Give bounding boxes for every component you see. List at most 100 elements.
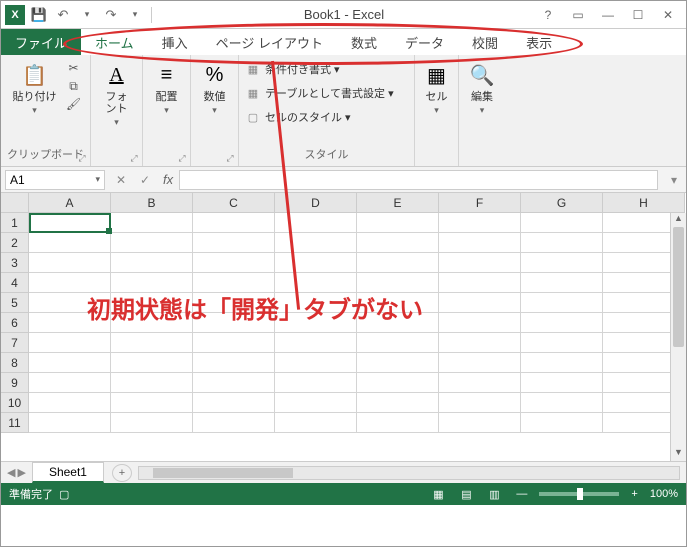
row-header[interactable]: 2 <box>1 233 29 253</box>
tab-page-layout[interactable]: ページ レイアウト <box>202 29 337 55</box>
zoom-thumb[interactable] <box>577 488 583 500</box>
col-header[interactable]: E <box>357 193 439 213</box>
row-header[interactable]: 3 <box>1 253 29 273</box>
scroll-thumb[interactable] <box>673 227 684 347</box>
zoom-in-button[interactable]: + <box>627 488 641 500</box>
close-button[interactable]: ✕ <box>654 5 682 25</box>
zoom-out-button[interactable]: — <box>512 488 531 500</box>
group-font: A フォント ▾ ⤢ <box>91 55 143 166</box>
ribbon-display-options-icon[interactable]: ▭ <box>564 5 592 25</box>
page-break-view-icon[interactable]: ▥ <box>484 486 504 502</box>
cancel-icon[interactable]: ✕ <box>109 173 133 187</box>
number-dialog-launcher-icon[interactable]: ⤢ <box>224 152 236 164</box>
cell-styles-button[interactable]: ▢ セルのスタイル ▾ <box>245 107 351 127</box>
row-headers: 1 2 3 4 5 6 7 8 9 10 11 <box>1 213 29 433</box>
worksheet-grid: A B C D E F G H 1 2 3 4 5 6 7 8 9 10 11 <box>1 193 686 461</box>
expand-formula-bar-icon[interactable]: ▾ <box>662 173 686 187</box>
ribbon: 📋 貼り付け ▾ ✂ ⧉ 🖌 クリップボード ⤢ A フォント ▾ ⤢ <box>1 55 686 167</box>
undo-dropdown-icon[interactable]: ▾ <box>77 5 97 25</box>
cells-button[interactable]: ▦ セル ▾ <box>417 59 457 118</box>
page-layout-view-icon[interactable]: ▤ <box>456 486 476 502</box>
group-styles: ▦ 条件付き書式 ▾ ▦ テーブルとして書式設定 ▾ ▢ セルのスタイル ▾ ス… <box>239 55 415 166</box>
chevron-down-icon: ▾ <box>480 105 485 116</box>
add-sheet-button[interactable]: + <box>112 464 132 482</box>
format-as-table-button[interactable]: ▦ テーブルとして書式設定 ▾ <box>245 83 394 103</box>
enter-icon[interactable]: ✓ <box>133 173 157 187</box>
row-header[interactable]: 10 <box>1 393 29 413</box>
col-header[interactable]: B <box>111 193 193 213</box>
alignment-button[interactable]: ≡ 配置 ▾ <box>147 59 187 118</box>
zoom-slider[interactable] <box>539 492 619 496</box>
formula-bar[interactable] <box>179 170 658 190</box>
chevron-down-icon: ▾ <box>212 105 217 116</box>
row-header[interactable]: 7 <box>1 333 29 353</box>
fx-icon[interactable]: fx <box>157 172 179 187</box>
tab-data[interactable]: データ <box>391 29 458 55</box>
select-all-corner[interactable] <box>1 193 29 213</box>
col-header[interactable]: D <box>275 193 357 213</box>
col-header[interactable]: A <box>29 193 111 213</box>
row-header[interactable]: 8 <box>1 353 29 373</box>
alignment-icon: ≡ <box>151 61 183 89</box>
col-header[interactable]: C <box>193 193 275 213</box>
tab-home[interactable]: ホーム <box>81 29 148 55</box>
editing-button[interactable]: 🔍 編集 ▾ <box>462 59 502 118</box>
chevron-down-icon: ▾ <box>114 117 119 128</box>
formula-bar-row: A1 ▾ ✕ ✓ fx ▾ <box>1 167 686 193</box>
row-header[interactable]: 9 <box>1 373 29 393</box>
undo-icon[interactable]: ↶ <box>53 5 73 25</box>
percent-icon: % <box>199 61 231 89</box>
format-painter-icon[interactable]: 🖌 <box>65 95 83 113</box>
window-controls: ? ▭ — ☐ ✕ <box>534 5 686 25</box>
number-label: 数値 <box>204 91 226 103</box>
redo-icon[interactable]: ↷ <box>101 5 121 25</box>
tab-formulas[interactable]: 数式 <box>337 29 391 55</box>
col-header[interactable]: H <box>603 193 685 213</box>
tab-insert[interactable]: 挿入 <box>148 29 202 55</box>
row-header[interactable]: 4 <box>1 273 29 293</box>
font-icon: A <box>101 61 133 89</box>
save-icon[interactable]: 💾 <box>29 5 49 25</box>
qat-customize-icon[interactable]: ▾ <box>125 5 145 25</box>
excel-app-icon[interactable]: X <box>5 5 25 25</box>
normal-view-icon[interactable]: ▦ <box>428 486 448 502</box>
font-dialog-launcher-icon[interactable]: ⤢ <box>128 152 140 164</box>
alignment-dialog-launcher-icon[interactable]: ⤢ <box>176 152 188 164</box>
scroll-thumb[interactable] <box>153 468 293 478</box>
tab-file[interactable]: ファイル <box>1 29 81 55</box>
row-header[interactable]: 1 <box>1 213 29 233</box>
macro-record-icon[interactable]: ▢ <box>59 488 69 501</box>
help-icon[interactable]: ? <box>534 5 562 25</box>
vertical-scrollbar[interactable]: ▲ ▼ <box>670 213 686 461</box>
horizontal-scrollbar[interactable] <box>138 466 680 480</box>
copy-icon[interactable]: ⧉ <box>65 77 83 95</box>
paste-button[interactable]: 📋 貼り付け ▾ <box>9 59 61 118</box>
sheet-next-icon[interactable]: ▶ <box>17 466 25 479</box>
group-editing: 🔍 編集 ▾ <box>459 55 505 166</box>
row-header[interactable]: 5 <box>1 293 29 313</box>
row-header[interactable]: 6 <box>1 313 29 333</box>
clipboard-dialog-launcher-icon[interactable]: ⤢ <box>76 152 88 164</box>
conditional-formatting-button[interactable]: ▦ 条件付き書式 ▾ <box>245 59 340 79</box>
col-header[interactable]: F <box>439 193 521 213</box>
chevron-down-icon[interactable]: ▾ <box>95 174 100 185</box>
scroll-up-icon[interactable]: ▲ <box>671 213 686 227</box>
sheet-tab[interactable]: Sheet1 <box>32 462 104 483</box>
tab-view[interactable]: 表示 <box>512 29 566 55</box>
conditional-format-icon: ▦ <box>245 62 261 76</box>
zoom-level[interactable]: 100% <box>650 488 678 500</box>
maximize-button[interactable]: ☐ <box>624 5 652 25</box>
scroll-down-icon[interactable]: ▼ <box>671 447 686 461</box>
number-button[interactable]: % 数値 ▾ <box>195 59 235 118</box>
minimize-button[interactable]: — <box>594 5 622 25</box>
group-alignment: ≡ 配置 ▾ ⤢ <box>143 55 191 166</box>
cells-area[interactable] <box>29 213 686 433</box>
group-label-clipboard: クリップボード <box>7 144 84 164</box>
sheet-prev-icon[interactable]: ◀ <box>7 466 15 479</box>
tab-review[interactable]: 校閲 <box>458 29 512 55</box>
name-box[interactable]: A1 ▾ <box>5 170 105 190</box>
col-header[interactable]: G <box>521 193 603 213</box>
cut-icon[interactable]: ✂ <box>65 59 83 77</box>
font-button[interactable]: A フォント ▾ <box>97 59 137 130</box>
row-header[interactable]: 11 <box>1 413 29 433</box>
